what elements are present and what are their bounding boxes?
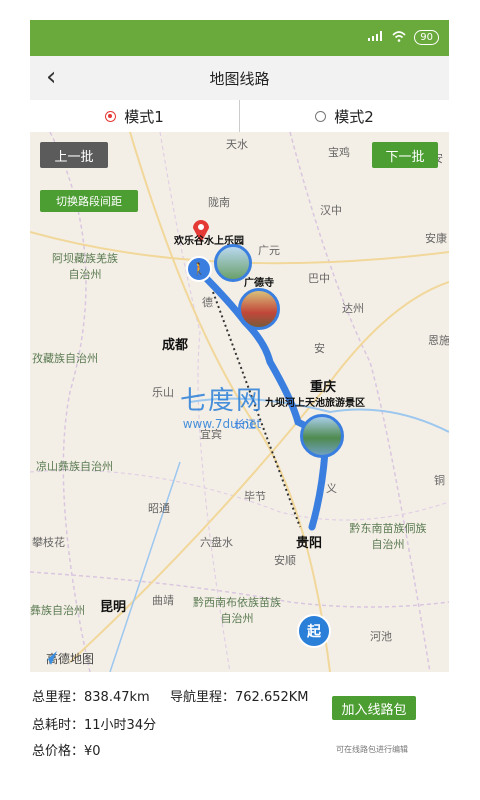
- signal-icon: [368, 31, 384, 44]
- map-label-guangyuan: 广元: [258, 244, 280, 257]
- poi-label-guangde-temple: 广德寺: [244, 278, 274, 289]
- amap-logo: 高德地图: [40, 650, 94, 667]
- poi-label-jiuba-lake: 九坝河上天池旅游景区: [265, 398, 365, 409]
- mode-tabs: 模式1 模式2: [30, 100, 449, 133]
- map-label-baoji: 宝鸡: [328, 146, 350, 159]
- radio-unselected-icon: [315, 110, 327, 122]
- map-label-tongren: 铜: [434, 474, 445, 487]
- total-distance: 总里程：838.47km: [32, 690, 150, 705]
- map-label-hechi: 河池: [370, 630, 392, 643]
- start-marker[interactable]: 起: [297, 614, 331, 648]
- add-to-route-pack-button[interactable]: 加入线路包: [332, 696, 416, 720]
- map-label-chongqing: 重庆: [310, 380, 337, 395]
- poi-photo-jiuba-lake[interactable]: [300, 414, 344, 458]
- tab-mode-2[interactable]: 模式2: [239, 100, 449, 132]
- map-label-qujing: 曲靖: [152, 594, 174, 607]
- map-label-zhaotong: 昭通: [148, 502, 170, 515]
- next-batch-button[interactable]: 下一批: [372, 142, 438, 168]
- map-label-liangshan: 凉山彝族自治州: [36, 460, 113, 473]
- walker-icon: 🚶: [186, 256, 212, 282]
- page-title: 地图线路: [209, 70, 270, 88]
- status-icons: 90: [368, 30, 439, 45]
- map-label-ganzi: 孜藏族自治州: [32, 352, 98, 365]
- edit-hint: 可在线路包进行编辑: [336, 745, 408, 754]
- map-label-longnan: 陇南: [208, 196, 230, 209]
- map-label-de: 德: [202, 296, 213, 309]
- battery-indicator: 90: [414, 30, 439, 45]
- map-label-dazhou: 达州: [342, 302, 364, 315]
- watermark-url: www.7du.net: [182, 417, 262, 431]
- switch-segment-spacing-button[interactable]: 切换路段间距: [40, 190, 138, 212]
- radio-selected-icon: [105, 110, 117, 122]
- map-label-panzhihua: 攀枝花: [32, 536, 65, 549]
- route-map[interactable]: 天水 宝鸡 陇南 汉中 安康 广元 巴中 达州 阿坝藏族羌族自治州 孜藏族自治州…: [30, 132, 449, 672]
- prev-batch-button[interactable]: 上一批: [40, 142, 108, 168]
- total-price: 总价格：¥0: [32, 744, 101, 759]
- watermark: 七度网 www.7du.net: [180, 380, 264, 431]
- map-label-qiannan: 黔西南布依族苗族自治州: [193, 596, 281, 625]
- map-label-anshun: 安顺: [274, 554, 296, 567]
- wifi-icon: [392, 30, 406, 45]
- map-label-bijie: 毕节: [244, 490, 266, 503]
- status-bar: 90: [30, 20, 449, 56]
- map-label-chuxiong: 彝族自治州: [30, 604, 85, 617]
- app-frame: 90 ‹ 地图线路 模式1 模式2 天水 宝鸡 陇南 汉中 安康 广元 巴中 达…: [30, 20, 449, 780]
- watermark-title: 七度网: [180, 386, 265, 416]
- total-time: 总耗时：11小时34分: [32, 718, 157, 733]
- map-label-qiandongnan: 黔东南苗族侗族自治州: [349, 522, 427, 551]
- map-label-guiyang: 贵阳: [296, 536, 323, 551]
- tab-mode-2-label: 模式2: [334, 107, 374, 126]
- map-label-bazhong: 巴中: [308, 272, 330, 285]
- map-label-hanzhong: 汉中: [320, 204, 342, 217]
- map-label-zunyi: 义: [326, 482, 337, 495]
- map-label-enshi: 恩施: [428, 334, 449, 347]
- nav-distance: 导航里程：762.652KM: [170, 690, 309, 705]
- tab-mode-1-label: 模式1: [124, 107, 164, 126]
- map-label-leshan: 乐山: [152, 386, 174, 399]
- map-label-chengdu: 成都: [162, 338, 189, 353]
- map-label-ankang: 安康: [425, 232, 447, 245]
- title-bar: ‹ 地图线路: [30, 56, 449, 101]
- map-label-tianshui: 天水: [226, 138, 248, 151]
- map-label-aba: 阿坝藏族羌族自治州: [52, 252, 118, 281]
- poi-photo-guangde-temple[interactable]: [238, 288, 280, 330]
- map-label-an2: 安: [314, 342, 325, 355]
- map-label-liupanshui: 六盘水: [200, 536, 233, 549]
- map-label-kunming: 昆明: [100, 600, 127, 615]
- tab-mode-1[interactable]: 模式1: [30, 100, 239, 132]
